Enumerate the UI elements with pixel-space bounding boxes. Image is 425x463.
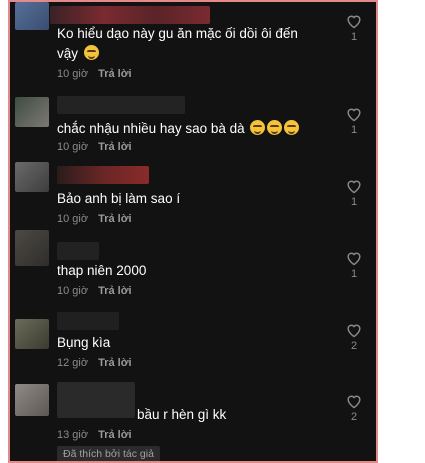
comment-meta: 10 giờ Trả lời	[57, 141, 132, 153]
grinning-face-icon	[250, 120, 266, 135]
heart-outline-icon	[347, 180, 361, 194]
username-blur	[50, 6, 210, 24]
comment-text: thap niên 2000	[57, 263, 147, 278]
liked-by-author-badge: Đã thích bởi tác giả	[57, 446, 160, 461]
comment-time: 10 giờ	[57, 68, 89, 80]
comment-time: 10 giờ	[57, 141, 89, 153]
comment-text: chắc nhậu nhiều hay sao bà dà	[57, 119, 319, 139]
comment-text: Bụng kìa	[57, 335, 111, 350]
avatar[interactable]	[15, 97, 49, 127]
grinning-face-icon	[83, 45, 99, 60]
like-button[interactable]: 1	[344, 178, 364, 208]
comment-text: bầu r hèn gì kk	[137, 407, 227, 422]
username-blur	[57, 382, 135, 418]
heart-outline-icon	[347, 395, 361, 409]
comment-meta: 12 giờ Trả lời	[57, 357, 132, 369]
avatar[interactable]	[15, 384, 49, 416]
reply-button[interactable]: Trả lời	[98, 68, 132, 80]
avatar[interactable]	[15, 162, 49, 192]
heart-outline-icon	[347, 108, 361, 122]
like-count: 1	[350, 124, 358, 136]
comment-time: 10 giờ	[57, 213, 89, 225]
comment-meta: 10 giờ Trả lời	[57, 213, 132, 225]
like-button[interactable]: 2	[344, 322, 364, 352]
avatar[interactable]	[15, 230, 49, 266]
like-count: 1	[350, 31, 358, 43]
username-blur	[57, 96, 185, 114]
reply-button[interactable]: Trả lời	[98, 429, 132, 441]
like-count: 1	[350, 268, 358, 280]
like-button[interactable]: 1	[344, 250, 364, 280]
comment-time: 12 giờ	[57, 357, 89, 369]
reply-button[interactable]: Trả lời	[98, 141, 132, 153]
heart-outline-icon	[347, 324, 361, 338]
username-blur	[57, 312, 119, 330]
like-button[interactable]: 1	[344, 106, 364, 136]
reply-button[interactable]: Trả lời	[98, 285, 132, 297]
grinning-face-icon	[284, 120, 300, 135]
comment-meta: 13 giờ Trả lời	[57, 429, 132, 441]
like-count: 2	[350, 411, 358, 423]
comment-text: Bảo anh bị làm sao í	[57, 191, 181, 206]
like-count: 1	[350, 196, 358, 208]
comment-time: 10 giờ	[57, 285, 89, 297]
comment-meta: 10 giờ Trả lời	[57, 68, 132, 80]
avatar[interactable]	[15, 319, 49, 349]
heart-outline-icon	[347, 15, 361, 29]
grinning-face-icon	[267, 120, 283, 135]
comment-time: 13 giờ	[57, 429, 89, 441]
reply-button[interactable]: Trả lời	[98, 357, 132, 369]
comment-list: Ko hiểu dạo này gu ăn mặc ối dồi ôi đến …	[8, 0, 378, 463]
comment-text: Ko hiểu dạo này gu ăn mặc ối dồi ôi đến …	[57, 26, 298, 61]
like-button[interactable]: 1	[344, 13, 364, 43]
avatar[interactable]	[15, 2, 49, 30]
reply-button[interactable]: Trả lời	[98, 213, 132, 225]
like-count: 2	[350, 340, 358, 352]
heart-outline-icon	[347, 252, 361, 266]
username-blur	[57, 166, 149, 184]
username-blur	[57, 242, 99, 260]
comment-meta: 10 giờ Trả lời	[57, 285, 132, 297]
like-button[interactable]: 2	[344, 393, 364, 423]
